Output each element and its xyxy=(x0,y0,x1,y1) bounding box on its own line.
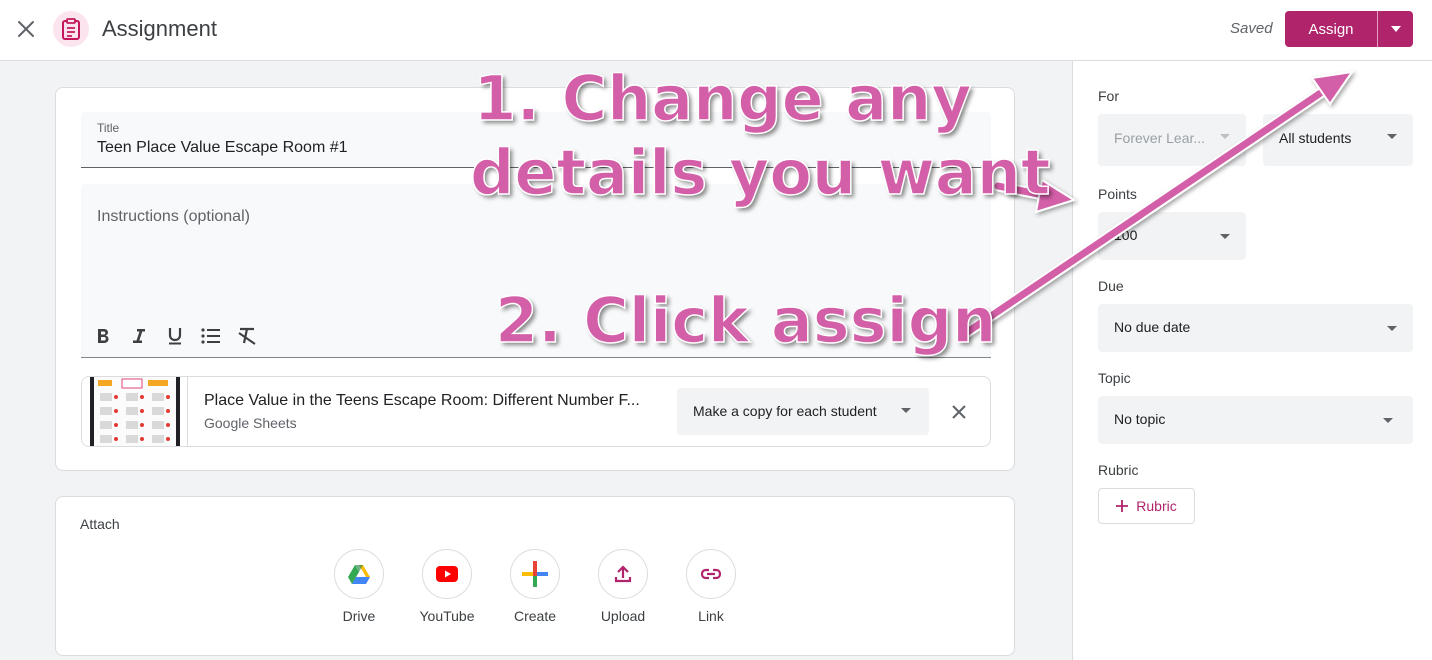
underline-button[interactable] xyxy=(161,322,189,350)
caret-down-icon xyxy=(1220,234,1230,239)
assign-button[interactable]: Assign xyxy=(1285,11,1377,47)
share-mode-select[interactable]: Make a copy for each student xyxy=(677,388,929,435)
assignment-icon xyxy=(53,11,89,47)
title-input[interactable]: Teen Place Value Escape Room #1 xyxy=(97,139,348,157)
caret-down-icon xyxy=(1383,418,1393,423)
caret-down-icon xyxy=(1387,326,1397,331)
create-icon xyxy=(510,549,560,599)
attachment-item[interactable]: Place Value in the Teens Escape Room: Di… xyxy=(81,376,991,447)
youtube-icon xyxy=(422,549,472,599)
caret-down-icon xyxy=(901,408,911,413)
share-mode-value: Make a copy for each student xyxy=(693,403,877,419)
bold-button[interactable] xyxy=(89,322,117,350)
remove-attachment-button[interactable] xyxy=(946,399,972,425)
topic-select[interactable]: No topic xyxy=(1098,396,1413,444)
attach-item-label: YouTube xyxy=(419,608,475,624)
attach-item-label: Create xyxy=(513,608,557,624)
class-value: Forever Lear... xyxy=(1114,130,1206,146)
add-rubric-button[interactable]: Rubric xyxy=(1098,488,1195,524)
settings-sidebar: For Forever Lear... All students Points … xyxy=(1072,61,1432,660)
rubric-button-label: Rubric xyxy=(1136,498,1177,514)
bulleted-list-button[interactable] xyxy=(197,322,225,350)
attach-item-label: Drive xyxy=(342,608,376,624)
attach-youtube-button[interactable]: YouTube xyxy=(407,549,487,624)
caret-down-icon xyxy=(1390,26,1401,32)
students-select[interactable]: All students xyxy=(1263,114,1413,166)
plus-icon xyxy=(1116,500,1129,512)
annotation-step-1-line-2: details you want xyxy=(469,136,1051,209)
link-icon xyxy=(686,549,736,599)
attach-item-label: Upload xyxy=(600,608,646,624)
attachment-title[interactable]: Place Value in the Teens Escape Room: Di… xyxy=(204,392,640,410)
italic-button[interactable] xyxy=(125,322,153,350)
attachment-thumbnail xyxy=(82,377,188,446)
instructions-placeholder: Instructions (optional) xyxy=(97,208,250,225)
assign-button-group: Assign xyxy=(1285,11,1413,47)
caret-down-icon xyxy=(1387,134,1397,139)
assign-options-button[interactable] xyxy=(1378,11,1413,47)
attach-item-label: Link xyxy=(698,608,724,624)
topic-label: Topic xyxy=(1098,370,1131,386)
topic-value: No topic xyxy=(1114,411,1166,427)
attach-upload-button[interactable]: Upload xyxy=(583,549,663,624)
bold-icon xyxy=(98,329,109,343)
saved-status: Saved xyxy=(1230,20,1273,37)
underline-icon xyxy=(168,328,182,345)
annotation-step-1: 1. Change any details you want xyxy=(469,62,1051,216)
attach-link-button[interactable]: Link xyxy=(671,549,751,624)
attach-card: Attach Drive YouTube Create Upload Link xyxy=(55,496,1015,656)
students-value: All students xyxy=(1279,130,1352,146)
attach-heading: Attach xyxy=(80,516,120,532)
close-icon xyxy=(18,21,34,37)
caret-down-icon xyxy=(1220,134,1230,139)
page-title: Assignment xyxy=(102,16,217,41)
points-value: 100 xyxy=(1114,227,1138,243)
points-select[interactable]: 100 xyxy=(1098,212,1246,260)
bulleted-list-icon xyxy=(201,328,220,344)
close-button[interactable] xyxy=(12,15,40,43)
class-select[interactable]: Forever Lear... xyxy=(1098,114,1246,166)
rubric-label: Rubric xyxy=(1098,462,1139,478)
drive-icon xyxy=(334,549,384,599)
for-label: For xyxy=(1098,88,1119,104)
due-value: No due date xyxy=(1114,319,1191,335)
top-bar: Assignment Saved Assign xyxy=(0,0,1432,61)
formatting-toolbar xyxy=(89,322,261,350)
due-label: Due xyxy=(1098,278,1124,294)
title-label: Title xyxy=(97,121,120,135)
italic-icon xyxy=(133,329,145,343)
clear-formatting-icon xyxy=(238,327,256,345)
attach-create-button[interactable]: Create xyxy=(495,549,575,624)
clear-formatting-button[interactable] xyxy=(233,322,261,350)
points-label: Points xyxy=(1098,186,1137,202)
annotation-step-1-line-1: 1. Change any xyxy=(473,62,973,135)
close-icon xyxy=(952,405,966,419)
attach-drive-button[interactable]: Drive xyxy=(319,549,399,624)
upload-icon xyxy=(598,549,648,599)
attachment-type: Google Sheets xyxy=(204,415,297,431)
annotation-step-2: 2. Click assign xyxy=(494,284,997,357)
due-date-select[interactable]: No due date xyxy=(1098,304,1413,352)
